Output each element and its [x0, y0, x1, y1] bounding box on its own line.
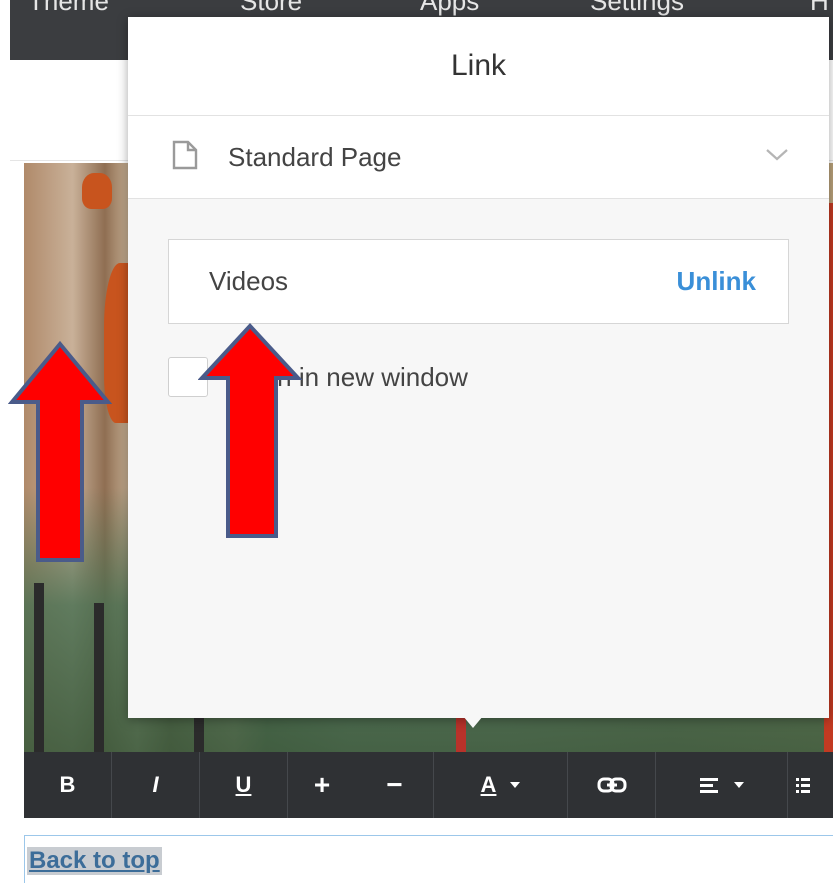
caret-down-icon: [733, 782, 744, 788]
minus-icon: −: [386, 769, 403, 800]
underline-icon: U: [235, 772, 252, 797]
photo-dome: [82, 173, 112, 209]
popup-title: Link: [128, 17, 829, 116]
font-color-button[interactable]: A: [434, 752, 568, 818]
underline-button[interactable]: U: [200, 752, 288, 818]
font-color-icon: A: [480, 772, 497, 797]
popup-pointer: [463, 716, 483, 728]
bold-icon: B: [59, 772, 76, 797]
link-target-field[interactable]: Videos Unlink: [168, 239, 789, 324]
increase-size-button[interactable]: +: [288, 752, 356, 818]
link-icon: [597, 777, 626, 793]
chevron-down-icon[interactable]: [765, 148, 789, 167]
red-arrow-annotation: [8, 340, 112, 562]
nav-item-settings[interactable]: Settings: [590, 0, 684, 17]
editable-text-block[interactable]: Back to top: [24, 835, 833, 883]
list-button[interactable]: [788, 752, 833, 818]
nav-item-theme[interactable]: Theme: [28, 0, 109, 17]
photo-pole: [34, 583, 44, 753]
page-type-label: Standard Page: [228, 141, 402, 172]
document-icon: [172, 140, 198, 175]
italic-button[interactable]: I: [112, 752, 200, 818]
align-left-icon: [699, 778, 718, 793]
plus-icon: +: [313, 769, 331, 800]
photo-pole: [94, 603, 104, 753]
formatting-toolbar: B I U + − A: [24, 752, 833, 818]
red-arrow-annotation: [198, 323, 302, 538]
align-button[interactable]: [656, 752, 788, 818]
bold-button[interactable]: B: [24, 752, 112, 818]
back-to-top-link[interactable]: Back to top: [27, 847, 162, 875]
link-target-value: Videos: [209, 266, 289, 296]
page-type-select[interactable]: Standard Page: [128, 116, 829, 199]
nav-item-apps[interactable]: Apps: [420, 0, 479, 17]
italic-icon: I: [152, 772, 159, 797]
nav-item-store[interactable]: Store: [240, 0, 302, 17]
list-icon: [796, 778, 810, 793]
nav-item-partial[interactable]: H: [810, 0, 829, 17]
decrease-size-button[interactable]: −: [356, 752, 434, 818]
link-button[interactable]: [568, 752, 656, 818]
caret-down-icon: [510, 782, 521, 788]
unlink-button[interactable]: Unlink: [677, 266, 756, 297]
